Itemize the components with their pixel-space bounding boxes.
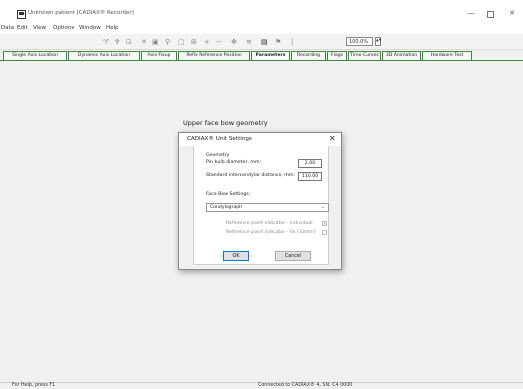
tab-hardware-test[interactable]: Hardware Test <box>422 51 472 60</box>
zoom-spinner[interactable]: ▲▼ <box>375 37 381 46</box>
menu-view[interactable]: View <box>33 25 46 31</box>
dialog-title: CADIAX® Unit Settings <box>187 136 252 142</box>
menu-bar: Data Edit View Options Window Help <box>0 24 523 34</box>
ref-fix-checkbox[interactable] <box>322 230 327 235</box>
tab-3d-animation[interactable]: 3D Animation <box>382 51 421 60</box>
ref-individual-checkbox[interactable]: ✕ <box>322 221 327 226</box>
intercondylar-input[interactable]: 110.00 <box>298 172 322 181</box>
tab-time-curves[interactable]: Time Curves <box>348 51 381 60</box>
zoom-input[interactable]: 100.0% <box>346 37 373 46</box>
grid-icon[interactable]: ⊞ <box>191 38 197 46</box>
geometry-group-label: Geometry <box>206 153 230 158</box>
zoom-out-icon[interactable]: − <box>216 38 222 46</box>
status-connection: Connected to CADIAX® 4, SN: C4 0000 <box>258 383 353 388</box>
menu-help[interactable]: Help <box>106 25 119 31</box>
zoom-in-icon[interactable]: + <box>204 38 210 46</box>
pin-bulb-label: Pin bulb diameter, mm: <box>206 160 262 165</box>
minimize-button[interactable]: — <box>467 9 475 18</box>
app-icon <box>17 10 26 19</box>
unit-settings-dialog: CADIAX® Unit Settings ✕ Geometry Pin bul… <box>178 132 342 270</box>
chart-icon[interactable]: ▤ <box>261 38 268 46</box>
tab-dynamic-axis-location[interactable]: Dynamic Axis Location <box>68 51 140 60</box>
flag-icon[interactable]: ⚑ <box>275 38 281 46</box>
ref-individual-label: Reference point indicator - individual <box>226 221 313 226</box>
save-icon[interactable]: ▣ <box>152 38 159 46</box>
page-title: Upper face bow geometry <box>183 119 268 127</box>
move-icon[interactable]: ✥ <box>231 38 237 46</box>
curve-icon[interactable]: ≋ <box>246 38 252 46</box>
intercondylar-label: Standard intercondylar distance, mm: <box>206 173 295 178</box>
menu-options[interactable]: Options <box>53 25 74 31</box>
chevron-down-icon: ⌄ <box>320 204 325 210</box>
pin-reset-icon[interactable]: ♆ <box>114 38 120 46</box>
cross-icon[interactable]: ✕ <box>141 38 147 46</box>
tab-parameters[interactable]: Parameters <box>251 51 290 60</box>
face-bow-select[interactable]: Condylograph ⌄ <box>206 203 329 212</box>
close-button[interactable]: ✕ <box>509 9 515 17</box>
maximize-button[interactable] <box>487 11 494 18</box>
window-title: Unknown patient [CADIAX® Recorder] <box>28 10 134 16</box>
dialog-close-button[interactable]: ✕ <box>329 134 336 143</box>
tab-refix-reference-position[interactable]: Refix Reference Position <box>178 51 250 60</box>
tab-axis-fixup[interactable]: Axis Fixup <box>141 51 177 60</box>
dialog-body: Geometry Pin bulb diameter, mm: 2.00 Sta… <box>193 146 329 265</box>
pin-icon[interactable]: ♈ <box>103 38 109 46</box>
dialog-title-bar[interactable]: CADIAX® Unit Settings ✕ <box>179 133 341 146</box>
tab-recording[interactable]: Recording <box>291 51 326 60</box>
tab-bar: Single Axis Location Dynamic Axis Locati… <box>0 51 523 60</box>
cancel-button[interactable]: Cancel <box>275 251 311 261</box>
tab-flags[interactable]: Flags <box>327 51 347 60</box>
toolbar: ♈ ♆ ⊡ ✕ ▣ ⚲ ▢ ⊞ + − ✥ ≋ ▤ ⚑ | 100.0% ▲▼ <box>0 35 523 50</box>
box-icon[interactable]: ⊡ <box>126 38 132 46</box>
search-icon[interactable]: ⚲ <box>165 38 170 46</box>
face-bow-label: Face Bow Settings: <box>206 192 251 197</box>
status-help-text: For Help, press F1 <box>12 383 56 388</box>
menu-window[interactable]: Window <box>79 25 101 31</box>
ref-fix-label: Reference point indicator - fix (33mm) <box>226 230 316 235</box>
title-bar: Unknown patient [CADIAX® Recorder] — ✕ <box>0 0 523 24</box>
ok-button[interactable]: OK <box>223 251 249 261</box>
pin-bulb-input[interactable]: 2.00 <box>298 159 322 168</box>
menu-edit[interactable]: Edit <box>17 25 28 31</box>
copy-icon[interactable]: ▢ <box>178 38 185 46</box>
menu-data[interactable]: Data <box>1 25 14 31</box>
separator-icon: | <box>291 38 294 46</box>
tab-single-axis-location[interactable]: Single Axis Location <box>3 51 67 60</box>
status-bar: For Help, press F1 Connected to CADIAX® … <box>0 382 523 389</box>
face-bow-selected: Condylograph <box>210 205 243 210</box>
